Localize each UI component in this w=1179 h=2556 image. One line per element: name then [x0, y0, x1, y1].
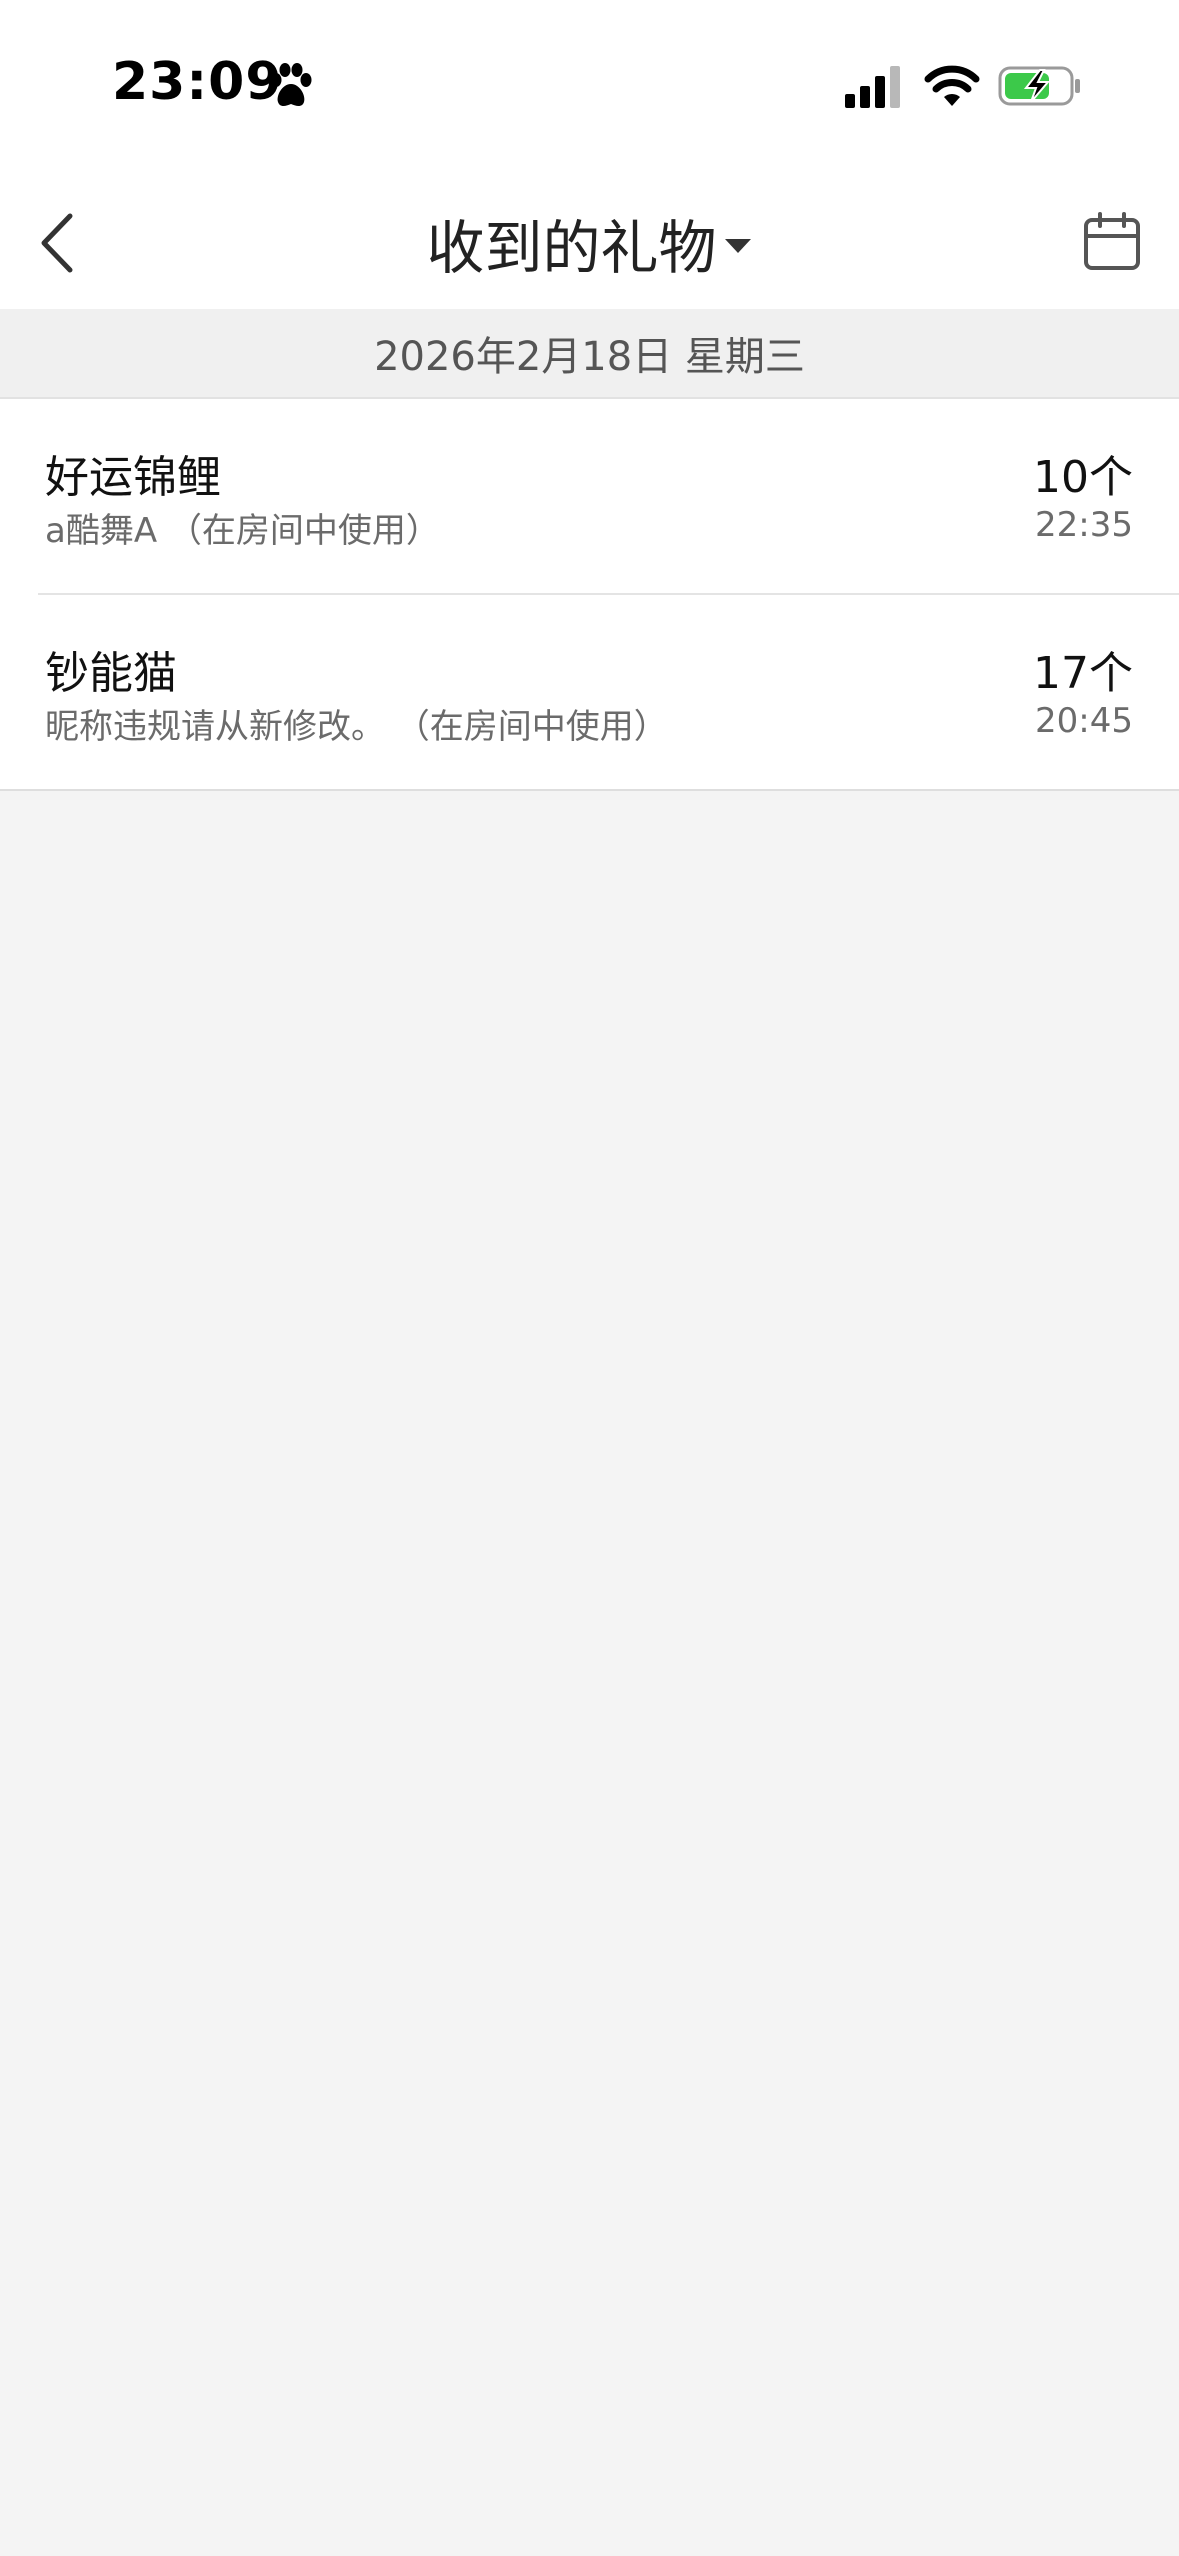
date-text: 2026年2月18日 星期三: [374, 334, 805, 380]
gift-time: 20:45: [1035, 701, 1133, 741]
nav-bar: 收到的礼物: [0, 176, 1179, 309]
gift-count: 10个: [1033, 452, 1133, 503]
gift-sender: a酷舞A （在房间中使用）: [45, 511, 440, 551]
list-item[interactable]: 好运锦鲤 a酷舞A （在房间中使用） 10个 22:35: [0, 399, 1179, 593]
signal-icon: [845, 66, 900, 108]
gift-count: 17个: [1033, 648, 1133, 699]
gift-name: 好运锦鲤: [45, 452, 221, 503]
gift-list: 好运锦鲤 a酷舞A （在房间中使用） 10个 22:35 钞能猫 昵称违规请从新…: [0, 399, 1179, 791]
status-bar: 23:09: [0, 0, 1179, 176]
wifi-icon: [924, 65, 980, 106]
list-item[interactable]: 钞能猫 昵称违规请从新修改。 （在房间中使用） 17个 20:45: [38, 593, 1179, 789]
calendar-icon[interactable]: [1082, 212, 1142, 272]
gift-name: 钞能猫: [45, 648, 177, 699]
gift-time: 22:35: [1035, 505, 1133, 545]
date-header: 2026年2月18日 星期三: [0, 309, 1179, 399]
battery-charging-icon: [998, 66, 1080, 106]
gift-sender: 昵称违规请从新修改。 （在房间中使用）: [45, 707, 668, 747]
status-time: 23:09: [112, 52, 283, 112]
page-title[interactable]: 收到的礼物: [426, 201, 716, 285]
paw-icon: [270, 63, 312, 106]
caret-down-icon[interactable]: [723, 236, 753, 256]
title-dropdown[interactable]: 收到的礼物: [0, 176, 1179, 309]
